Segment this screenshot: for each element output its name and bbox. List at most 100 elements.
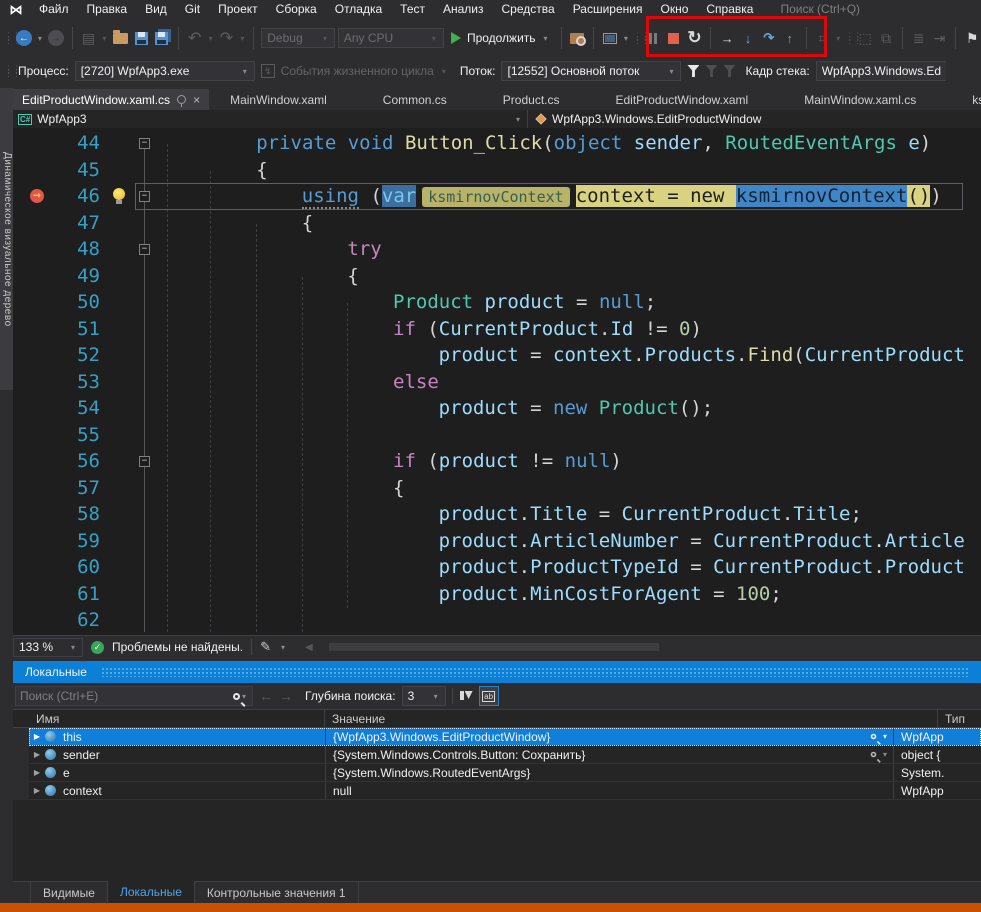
copy-frames-button[interactable]: ⧉ [877, 27, 895, 49]
breakpoint-margin[interactable] [13, 369, 50, 396]
code-line-57[interactable]: 57{ [13, 475, 981, 502]
horizontal-scrollbar[interactable] [321, 642, 981, 652]
menu-item-тест[interactable]: Тест [391, 0, 434, 19]
back-dropdown[interactable]: ▾ [36, 34, 44, 43]
fold-margin[interactable] [135, 501, 165, 528]
fold-margin[interactable] [135, 528, 165, 555]
fold-margin[interactable] [135, 316, 165, 343]
breakpoint-margin[interactable] [13, 395, 50, 422]
format-lines-button[interactable]: ≣ [910, 27, 928, 49]
menu-item-анализ[interactable]: Анализ [434, 0, 493, 19]
expand-icon[interactable]: ▶ [29, 786, 45, 795]
locals-row-e[interactable]: ▶e{System.Windows.RoutedEventArgs}System… [29, 764, 981, 782]
stop-debugging-button[interactable] [665, 27, 683, 49]
show-next-statement-button[interactable]: → [718, 27, 736, 49]
fold-margin[interactable] [135, 554, 165, 581]
quick-search-input[interactable]: Поиск (Ctrl+Q) [776, 1, 894, 18]
menu-item-средства[interactable]: Средства [493, 0, 564, 19]
doc-tab-EditProductWindow.xaml.cs[interactable]: EditProductWindow.xaml.cs× [13, 89, 209, 110]
step-out-button[interactable]: ↑ [781, 27, 799, 49]
magnifier-icon[interactable] [871, 752, 877, 758]
code-editor[interactable]: 44−private void Button_Click(object send… [13, 128, 981, 635]
hex-display-button[interactable]: ⌗ [813, 27, 831, 49]
code-line-56[interactable]: 56−if (product != null) [13, 448, 981, 475]
pointer-mode-button[interactable]: ⬚ [856, 27, 874, 49]
column-header-name[interactable]: Имя [29, 710, 325, 727]
restart-button[interactable]: ↻ [686, 27, 704, 49]
project-dropdown[interactable]: C# WpfApp3 ▾ [13, 110, 528, 128]
code-line-62[interactable]: 62 [13, 607, 981, 634]
column-header-type[interactable]: Тип [938, 710, 981, 727]
toolbar-grip[interactable]: ⋮⋮⋮⋮ [4, 34, 12, 42]
code-line-48[interactable]: 48−try [13, 236, 981, 263]
doc-tab-Product.cs[interactable]: Product.cs [494, 89, 569, 110]
continue-button[interactable]: Продолжить ▾ [447, 31, 554, 45]
bookmark-button[interactable]: ⚑ [963, 27, 981, 49]
expand-icon[interactable]: ▶ [29, 768, 45, 777]
navigate-back-button[interactable]: ← [15, 27, 33, 49]
show-output-button[interactable] [601, 27, 619, 49]
break-all-button[interactable] [644, 27, 662, 49]
search-next-icon[interactable]: → [279, 688, 293, 704]
breakpoint-margin[interactable] [13, 130, 50, 157]
breakpoint-margin[interactable] [13, 528, 50, 555]
menu-item-вид[interactable]: Вид [136, 0, 176, 19]
breakpoint-margin[interactable] [13, 236, 50, 263]
fold-margin[interactable] [135, 475, 165, 502]
code-line-51[interactable]: 51if (CurrentProduct.Id != 0) [13, 316, 981, 343]
search-options-dropdown[interactable]: ▾ [240, 692, 248, 701]
code-line-61[interactable]: 61product.MinCostForAgent = 100; [13, 581, 981, 608]
locals-row-context[interactable]: ▶contextnullWpfApp [29, 782, 981, 800]
thread-combobox[interactable]: [12552] Основной поток ▾ [501, 61, 681, 81]
locals-search-input[interactable]: Поиск (Ctrl+E) ▾ [15, 686, 253, 706]
code-line-44[interactable]: 44−private void Button_Click(object send… [13, 130, 981, 157]
menu-item-отладка[interactable]: Отладка [326, 0, 391, 19]
menu-item-сборка[interactable]: Сборка [267, 0, 326, 19]
breakpoint-margin[interactable] [13, 475, 50, 502]
open-file-button[interactable] [111, 27, 129, 49]
locals-row-this[interactable]: ▶this{WpfApp3.Windows.EditProductWindow}… [29, 728, 981, 746]
lightbulb-icon[interactable] [113, 188, 125, 200]
locals-panel-header[interactable]: Локальные [13, 661, 981, 683]
lifecycle-events-label[interactable]: События жизненного цикла [281, 64, 434, 78]
breakpoint-margin[interactable] [13, 210, 50, 237]
redo-dropdown[interactable]: ▾ [238, 34, 246, 43]
breakpoint-margin[interactable] [13, 607, 50, 634]
scrollbar-thumb[interactable] [329, 643, 659, 651]
locals-row-sender[interactable]: ▶sender{System.Windows.Controls.Button: … [29, 746, 981, 764]
breakpoint-margin[interactable] [13, 289, 50, 316]
tool-tab-Локальные[interactable]: Локальные [108, 881, 195, 903]
zoom-combobox[interactable]: 133 % ▾ [13, 638, 83, 657]
code-line-58[interactable]: 58product.Title = CurrentProduct.Title; [13, 501, 981, 528]
fold-margin[interactable] [135, 210, 165, 237]
debug-overflow-dropdown[interactable]: ▾ [834, 34, 842, 43]
doc-tab-MainWindow.xaml.cs[interactable]: MainWindow.xaml.cs [795, 89, 925, 110]
fold-margin[interactable] [135, 263, 165, 290]
menu-item-проект[interactable]: Проект [209, 0, 267, 19]
code-line-50[interactable]: 50Product product = null; [13, 289, 981, 316]
solution-config-combobox[interactable]: Debug ▾ [261, 28, 335, 48]
fold-margin[interactable] [135, 395, 165, 422]
code-line-45[interactable]: 45{ [13, 157, 981, 184]
code-line-60[interactable]: 60product.ProductTypeId = CurrentProduct… [13, 554, 981, 581]
new-file-button[interactable]: ▤ [80, 27, 98, 49]
pin-filter-icon[interactable] [459, 689, 473, 703]
undo-dropdown[interactable]: ▾ [207, 34, 215, 43]
breakpoint-margin[interactable] [13, 316, 50, 343]
code-line-54[interactable]: 54product = new Product(); [13, 395, 981, 422]
code-line-59[interactable]: 59product.ArticleNumber = CurrentProduct… [13, 528, 981, 555]
doc-tab-Common.cs[interactable]: Common.cs [374, 89, 456, 110]
chevron-down-icon[interactable]: ▾ [881, 732, 889, 741]
code-line-52[interactable]: 52product = context.Products.Find(Curren… [13, 342, 981, 369]
collapse-icon[interactable]: − [139, 244, 150, 255]
dynamic-visual-tree-tab[interactable]: Динамическое визуальное дерево [0, 88, 13, 390]
fold-margin[interactable] [135, 342, 165, 369]
doc-tab-MainWindow.xaml[interactable]: MainWindow.xaml [221, 89, 336, 110]
doc-tab-EditProductWindow.xaml[interactable]: EditProductWindow.xaml [607, 89, 758, 110]
toolbar-grip[interactable]: ⋮⋮⋮⋮ [633, 34, 641, 42]
chevron-down-icon[interactable]: ▾ [881, 750, 889, 759]
collapse-icon[interactable]: − [139, 138, 150, 149]
menu-item-справка[interactable]: Справка [697, 0, 762, 19]
pin-icon[interactable] [177, 95, 186, 104]
breakpoint-margin[interactable] [13, 501, 50, 528]
